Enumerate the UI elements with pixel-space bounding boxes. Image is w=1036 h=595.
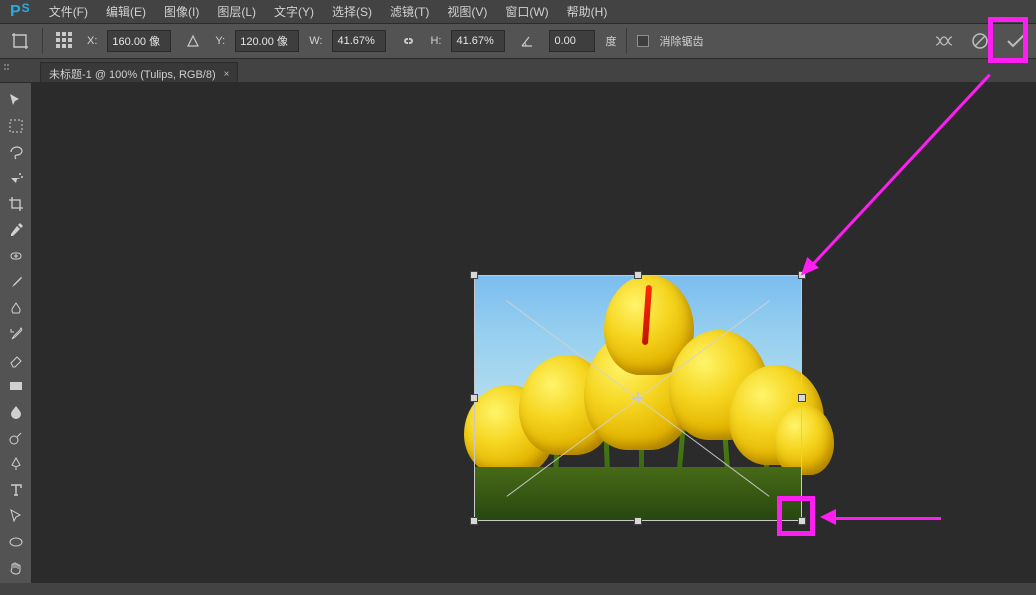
document-tab-strip: 未标题-1 @ 100% (Tulips, RGB/8) × [0, 59, 1036, 83]
menu-help[interactable]: 帮助(H) [567, 3, 608, 20]
menu-file[interactable]: 文件(F) [49, 3, 88, 20]
menu-select[interactable]: 选择(S) [332, 3, 372, 20]
transform-center-point-icon[interactable] [632, 392, 644, 404]
menu-bar: PS 文件(F) 编辑(E) 图像(I) 图层(L) 文字(Y) 选择(S) 滤… [0, 0, 1036, 23]
delta-icon[interactable] [181, 29, 205, 53]
antialias-checkbox[interactable] [637, 35, 649, 47]
angle-input[interactable] [549, 30, 595, 52]
document-tab[interactable]: 未标题-1 @ 100% (Tulips, RGB/8) × [40, 62, 238, 82]
menu-filter[interactable]: 滤镜(T) [390, 3, 429, 20]
pen-tool[interactable] [2, 451, 30, 477]
handle-top-center[interactable] [634, 271, 642, 279]
menu-type[interactable]: 文字(Y) [274, 3, 314, 20]
x-label: X: [87, 35, 97, 47]
move-tool[interactable] [2, 87, 30, 113]
handle-middle-right[interactable] [798, 394, 806, 402]
history-brush-tool[interactable] [2, 321, 30, 347]
document-tab-close-icon[interactable]: × [224, 69, 230, 80]
annotation-highlight-corner [777, 496, 815, 536]
cancel-transform-icon[interactable] [968, 29, 992, 53]
options-bar: X: Y: W: H: 度 消除锯齿 [0, 23, 1036, 59]
hand-tool[interactable] [2, 555, 30, 581]
angle-icon[interactable] [515, 29, 539, 53]
annotation-arrowhead-right [820, 509, 836, 525]
w-input[interactable] [332, 30, 386, 52]
handle-bottom-left[interactable] [470, 517, 478, 525]
eraser-tool[interactable] [2, 347, 30, 373]
annotation-arrow-diagonal [808, 74, 991, 270]
handle-top-left[interactable] [470, 271, 478, 279]
document-tab-title: 未标题-1 @ 100% (Tulips, RGB/8) [49, 66, 216, 82]
ellipse-tool[interactable] [2, 529, 30, 555]
quick-selection-tool[interactable] [2, 165, 30, 191]
healing-brush-tool[interactable] [2, 243, 30, 269]
y-label: Y: [215, 35, 225, 47]
canvas-area[interactable] [32, 83, 1036, 583]
app-logo: PS [10, 3, 31, 21]
tool-preset-crop-icon[interactable] [8, 29, 32, 53]
menu-view[interactable]: 视图(V) [447, 3, 487, 20]
annotation-arrow-right [831, 517, 941, 520]
antialias-label: 消除锯齿 [659, 33, 703, 49]
clone-stamp-tool[interactable] [2, 295, 30, 321]
h-input[interactable] [451, 30, 505, 52]
lasso-tool[interactable] [2, 139, 30, 165]
reference-point-grid-icon[interactable] [53, 29, 77, 53]
marquee-tool[interactable] [2, 113, 30, 139]
text-tool[interactable] [2, 477, 30, 503]
angle-unit: 度 [605, 33, 616, 49]
eyedropper-tool[interactable] [2, 217, 30, 243]
dodge-tool[interactable] [2, 425, 30, 451]
menu-layer[interactable]: 图层(L) [217, 3, 256, 20]
link-aspect-icon[interactable] [396, 29, 420, 53]
h-label: H: [430, 35, 441, 47]
x-input[interactable] [107, 30, 171, 52]
menu-window[interactable]: 窗口(W) [505, 3, 548, 20]
blur-tool[interactable] [2, 399, 30, 425]
y-input[interactable] [235, 30, 299, 52]
handle-middle-left[interactable] [470, 394, 478, 402]
handle-bottom-center[interactable] [634, 517, 642, 525]
path-selection-tool[interactable] [2, 503, 30, 529]
commit-transform-icon[interactable] [1004, 29, 1028, 53]
gradient-tool[interactable] [2, 373, 30, 399]
menu-image[interactable]: 图像(I) [164, 3, 199, 20]
menu-edit[interactable]: 编辑(E) [106, 3, 146, 20]
separator [42, 28, 43, 54]
separator [626, 28, 627, 54]
toolbox [0, 83, 32, 583]
w-label: W: [309, 35, 322, 47]
options-drag-handle[interactable] [4, 64, 12, 70]
crop-tool[interactable] [2, 191, 30, 217]
transform-bounding-box[interactable] [474, 275, 802, 521]
warp-mode-icon[interactable] [932, 29, 956, 53]
brush-tool[interactable] [2, 269, 30, 295]
